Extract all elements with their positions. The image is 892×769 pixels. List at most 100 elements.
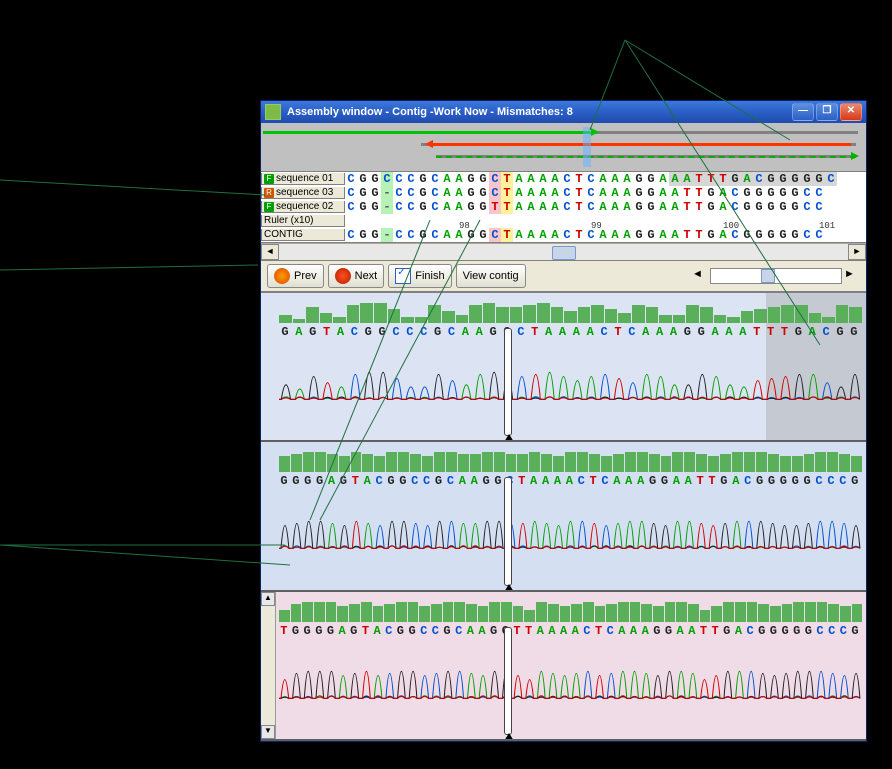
base-cell[interactable]: C: [429, 200, 441, 214]
base-cell[interactable]: C: [393, 172, 405, 186]
base-cell[interactable]: A: [537, 172, 549, 186]
scroll-track[interactable]: [279, 245, 848, 259]
base-cell[interactable]: G: [741, 228, 753, 242]
base-cell[interactable]: C: [489, 172, 501, 186]
base-cell[interactable]: G: [633, 186, 645, 200]
base-cell[interactable]: G: [633, 200, 645, 214]
base-cell[interactable]: A: [441, 186, 453, 200]
base-cell[interactable]: G: [357, 186, 369, 200]
base-cell[interactable]: T: [573, 228, 585, 242]
panel-vscroll[interactable]: ▲▼: [261, 592, 276, 739]
base-cell[interactable]: A: [657, 186, 669, 200]
base-cell[interactable]: G: [477, 186, 489, 200]
base-cell[interactable]: C: [825, 172, 837, 186]
base-cell[interactable]: A: [441, 228, 453, 242]
base-cell[interactable]: G: [417, 200, 429, 214]
overview-map[interactable]: [261, 123, 866, 172]
base-cell[interactable]: A: [669, 228, 681, 242]
base-cell[interactable]: T: [573, 172, 585, 186]
view-contig-button[interactable]: View contig: [456, 264, 526, 288]
trace-cursor-handle[interactable]: [504, 584, 514, 592]
base-cell[interactable]: A: [669, 186, 681, 200]
scroll-down-button[interactable]: ▼: [261, 725, 275, 739]
base-cell[interactable]: C: [393, 200, 405, 214]
scroll-right-button[interactable]: ►: [848, 244, 866, 260]
base-cell[interactable]: G: [369, 172, 381, 186]
base-cell[interactable]: C: [345, 228, 357, 242]
base-cell[interactable]: A: [513, 200, 525, 214]
minimize-button[interactable]: —: [792, 103, 814, 121]
base-cell[interactable]: C: [381, 172, 393, 186]
base-cell[interactable]: A: [741, 172, 753, 186]
base-cell[interactable]: A: [513, 228, 525, 242]
alignment-row[interactable]: Rsequence 03CGG-CCGCAAGGCTAAAACTCAAAGGAA…: [261, 186, 866, 200]
chromatogram-panel[interactable]: GGGGAGTACGGCCGCAAGGCTAAAACTCAAAGGAATTGAC…: [261, 442, 866, 591]
base-cell[interactable]: C: [561, 228, 573, 242]
zoom-slider[interactable]: ◄ ►: [692, 268, 860, 284]
base-cell[interactable]: A: [609, 228, 621, 242]
base-cell[interactable]: C: [429, 172, 441, 186]
base-cell[interactable]: G: [765, 228, 777, 242]
base-cell[interactable]: C: [405, 228, 417, 242]
base-cell[interactable]: A: [453, 186, 465, 200]
base-cell[interactable]: A: [681, 172, 693, 186]
base-cell[interactable]: A: [525, 228, 537, 242]
base-cell[interactable]: G: [357, 172, 369, 186]
next-button[interactable]: Next: [328, 264, 385, 288]
base-cell[interactable]: G: [765, 172, 777, 186]
base-cell[interactable]: C: [393, 186, 405, 200]
base-cell[interactable]: C: [729, 200, 741, 214]
zoom-out-button[interactable]: ◄: [692, 268, 708, 284]
base-cell[interactable]: G: [369, 228, 381, 242]
base-cell[interactable]: C: [429, 186, 441, 200]
base-cell[interactable]: G: [357, 200, 369, 214]
base-cell[interactable]: G: [477, 200, 489, 214]
base-cell[interactable]: G: [477, 172, 489, 186]
titlebar[interactable]: Assembly window - Contig -Work Now - Mis…: [261, 101, 866, 123]
base-cell[interactable]: C: [585, 186, 597, 200]
base-cell[interactable]: G: [417, 172, 429, 186]
base-cell[interactable]: T: [501, 186, 513, 200]
base-cell[interactable]: G: [753, 200, 765, 214]
base-cell[interactable]: G: [645, 228, 657, 242]
trace-cursor-handle[interactable]: [504, 733, 514, 741]
base-cell[interactable]: C: [801, 228, 813, 242]
base-cell[interactable]: C: [561, 200, 573, 214]
base-cell[interactable]: T: [489, 200, 501, 214]
finish-button[interactable]: Finish: [388, 264, 451, 288]
base-cell[interactable]: A: [525, 200, 537, 214]
trace-cursor[interactable]: [504, 627, 512, 735]
base-cell[interactable]: C: [345, 200, 357, 214]
base-cell[interactable]: -: [381, 228, 393, 242]
base-cell[interactable]: G: [753, 186, 765, 200]
base-cell[interactable]: C: [345, 186, 357, 200]
base-cell[interactable]: A: [513, 172, 525, 186]
base-cell[interactable]: G: [645, 186, 657, 200]
overview-cursor[interactable]: [583, 127, 591, 167]
base-cell[interactable]: A: [717, 186, 729, 200]
base-cell[interactable]: C: [585, 200, 597, 214]
base-cell[interactable]: -: [381, 186, 393, 200]
base-cell[interactable]: A: [597, 186, 609, 200]
trace-cursor[interactable]: [504, 328, 512, 436]
base-cell[interactable]: T: [693, 186, 705, 200]
base-cell[interactable]: A: [657, 172, 669, 186]
base-cell[interactable]: A: [657, 200, 669, 214]
base-cell[interactable]: A: [537, 186, 549, 200]
base-cell[interactable]: A: [549, 186, 561, 200]
close-button[interactable]: ✕: [840, 103, 862, 121]
base-cell[interactable]: A: [525, 172, 537, 186]
base-cell[interactable]: G: [465, 200, 477, 214]
base-cell[interactable]: A: [621, 228, 633, 242]
alignment-row[interactable]: Ruler (x10)9899100101: [261, 214, 866, 228]
base-cell[interactable]: G: [645, 172, 657, 186]
base-cell[interactable]: T: [717, 172, 729, 186]
maximize-button[interactable]: ❐: [816, 103, 838, 121]
base-cell[interactable]: G: [465, 186, 477, 200]
base-cell[interactable]: C: [561, 186, 573, 200]
base-cell[interactable]: A: [621, 186, 633, 200]
base-cell[interactable]: G: [777, 172, 789, 186]
base-cell[interactable]: G: [633, 228, 645, 242]
base-cell[interactable]: T: [681, 228, 693, 242]
base-cell[interactable]: G: [705, 200, 717, 214]
